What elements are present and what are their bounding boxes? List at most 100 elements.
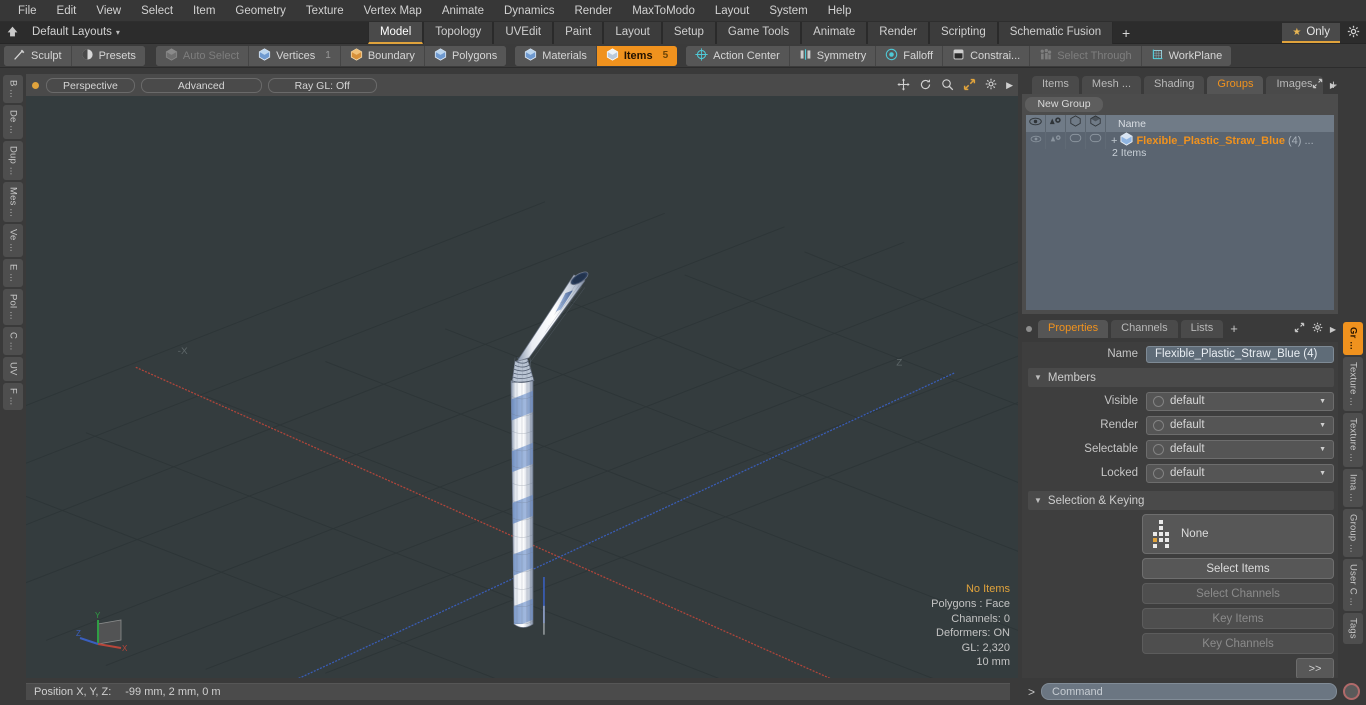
- layout-tab-schematic-fusion[interactable]: Schematic Fusion: [997, 21, 1114, 44]
- menu-item-animate[interactable]: Animate: [432, 0, 494, 22]
- record-icon[interactable]: [1343, 683, 1360, 700]
- left-vtab-2[interactable]: Dup ...: [3, 140, 23, 181]
- row-locked-toggle[interactable]: [1086, 132, 1106, 149]
- mode-button-vertices[interactable]: Vertices 1: [249, 45, 341, 66]
- mode-button-presets[interactable]: Presets: [71, 45, 145, 66]
- layout-tab-game-tools[interactable]: Game Tools: [715, 21, 802, 44]
- member-dropdown-render[interactable]: default ▼: [1146, 415, 1334, 435]
- menu-item-texture[interactable]: Texture: [296, 0, 354, 22]
- menu-item-file[interactable]: File: [8, 0, 47, 22]
- enable-circle-icon[interactable]: [1153, 419, 1164, 431]
- menu-item-edit[interactable]: Edit: [47, 0, 87, 22]
- right-vtab-3[interactable]: Ima ...: [1343, 468, 1363, 507]
- left-vtab-9[interactable]: F ...: [3, 382, 23, 410]
- left-vtab-6[interactable]: Pol ...: [3, 288, 23, 325]
- selection-none-box[interactable]: None: [1142, 514, 1334, 554]
- layout-tab-layout[interactable]: Layout: [603, 21, 662, 44]
- right-vtab-2[interactable]: Texture ...: [1343, 412, 1363, 467]
- layout-tab-render[interactable]: Render: [867, 21, 929, 44]
- left-vtab-4[interactable]: Ve ...: [3, 224, 23, 257]
- name-field[interactable]: Flexible_Plastic_Straw_Blue (4): [1146, 345, 1334, 363]
- member-dropdown-visible[interactable]: default ▼: [1146, 391, 1334, 411]
- gear-icon[interactable]: [1340, 25, 1366, 41]
- default-layouts-menu[interactable]: Default Layouts ▾: [24, 21, 128, 44]
- enable-circle-icon[interactable]: [1153, 443, 1164, 455]
- mode-button-falloff[interactable]: Falloff: [876, 45, 944, 66]
- menu-item-help[interactable]: Help: [818, 0, 862, 22]
- menu-item-view[interactable]: View: [86, 0, 131, 22]
- viewport-3d[interactable]: -X Z Y X Z No Items Polygons: Face Chan…: [26, 96, 1018, 678]
- right-vtab-4[interactable]: Group ...: [1343, 508, 1363, 558]
- left-vtab-1[interactable]: De ...: [3, 104, 23, 139]
- panel-tab-mesh[interactable]: Mesh ...: [1081, 76, 1142, 94]
- mode-button-constrai[interactable]: Constrai...: [943, 45, 1031, 66]
- more-options-button[interactable]: >>: [1296, 658, 1334, 678]
- gear-icon[interactable]: [985, 78, 997, 92]
- menu-item-item[interactable]: Item: [183, 0, 225, 22]
- move-icon[interactable]: [897, 77, 910, 93]
- home-icon[interactable]: [0, 25, 24, 41]
- left-vtab-8[interactable]: UV: [3, 357, 23, 381]
- left-vtab-0[interactable]: B ...: [3, 75, 23, 103]
- mode-button-sculpt[interactable]: Sculpt: [4, 45, 72, 66]
- fit-icon[interactable]: [963, 78, 976, 93]
- groups-list[interactable]: Name + Flexible_Plastic_Straw_Blue (4) .…: [1026, 115, 1334, 310]
- only-toggle-button[interactable]: ★ Only: [1282, 23, 1340, 43]
- arrow-right-icon[interactable]: ▶: [1006, 80, 1013, 90]
- panel-tab-channels[interactable]: Channels: [1111, 320, 1178, 338]
- menu-item-layout[interactable]: Layout: [705, 0, 760, 22]
- row-eye-icon[interactable]: [1026, 132, 1046, 149]
- menu-item-render[interactable]: Render: [564, 0, 622, 22]
- layout-tab-setup[interactable]: Setup: [661, 21, 716, 44]
- left-vtab-5[interactable]: E ...: [3, 258, 23, 287]
- viewport-raygl-button[interactable]: Ray GL: Off: [267, 77, 377, 93]
- view-indicator-dot[interactable]: [32, 81, 39, 89]
- menu-item-system[interactable]: System: [759, 0, 817, 22]
- mode-button-symmetry[interactable]: Symmetry: [789, 45, 877, 66]
- mode-button-boundary[interactable]: Boundary: [340, 45, 425, 66]
- panel-tab-shading[interactable]: Shading: [1144, 76, 1205, 94]
- add-layout-tab-button[interactable]: +: [1113, 22, 1139, 44]
- rotate-icon[interactable]: [919, 78, 932, 93]
- mode-button-action-center[interactable]: Action Center: [686, 45, 790, 66]
- expand-icon[interactable]: [1312, 78, 1323, 92]
- enable-circle-icon[interactable]: [1153, 467, 1164, 479]
- menu-item-select[interactable]: Select: [131, 0, 183, 22]
- layout-tab-animate[interactable]: Animate: [801, 21, 868, 44]
- row-selectable-toggle[interactable]: [1066, 132, 1086, 149]
- select-items-button[interactable]: Select Items: [1142, 558, 1334, 579]
- panel-tab-lists[interactable]: Lists: [1180, 320, 1224, 338]
- row-render-icon[interactable]: [1046, 132, 1066, 149]
- panel-tab-items[interactable]: Items: [1032, 76, 1079, 94]
- layout-tab-scripting[interactable]: Scripting: [928, 21, 998, 44]
- arrow-right-icon[interactable]: ▶: [1330, 325, 1336, 334]
- viewport-projection-button[interactable]: Perspective: [46, 77, 135, 93]
- left-vtab-3[interactable]: Mes ...: [3, 182, 23, 223]
- menu-item-dynamics[interactable]: Dynamics: [494, 0, 564, 22]
- layout-tab-topology[interactable]: Topology: [423, 21, 494, 44]
- layout-tab-uvedit[interactable]: UVEdit: [493, 21, 554, 44]
- mode-button-select-through[interactable]: Select Through: [1030, 45, 1142, 66]
- right-vtab-1[interactable]: Texture ...: [1343, 356, 1363, 411]
- zoom-icon[interactable]: [941, 78, 954, 93]
- menu-item-geometry[interactable]: Geometry: [225, 0, 296, 22]
- menu-item-maxtomodo[interactable]: MaxToModo: [622, 0, 705, 22]
- viewport-shading-button[interactable]: Advanced: [140, 77, 262, 93]
- mode-button-materials[interactable]: Materials: [515, 45, 597, 66]
- mode-button-workplane[interactable]: WorkPlane: [1141, 45, 1232, 66]
- enable-circle-icon[interactable]: [1153, 395, 1164, 407]
- panel-tab-properties[interactable]: Properties: [1038, 320, 1109, 338]
- member-dropdown-locked[interactable]: default ▼: [1146, 463, 1334, 483]
- properties-menu-dot[interactable]: [1026, 326, 1032, 332]
- selection-keying-section-header[interactable]: ▼ Selection & Keying: [1028, 491, 1334, 510]
- command-input[interactable]: Command: [1041, 683, 1337, 700]
- expand-icon[interactable]: [1294, 322, 1305, 336]
- menu-item-vertex-map[interactable]: Vertex Map: [354, 0, 432, 22]
- expand-toggle[interactable]: +: [1111, 135, 1117, 147]
- layout-tab-paint[interactable]: Paint: [553, 21, 604, 44]
- add-properties-tab-button[interactable]: +: [1226, 320, 1242, 338]
- members-section-header[interactable]: ▼ Members: [1028, 368, 1334, 387]
- arrow-right-icon[interactable]: ▶: [1330, 81, 1336, 90]
- new-group-button[interactable]: New Group: [1025, 97, 1103, 112]
- right-vtab-0[interactable]: Gr ...: [1343, 322, 1363, 355]
